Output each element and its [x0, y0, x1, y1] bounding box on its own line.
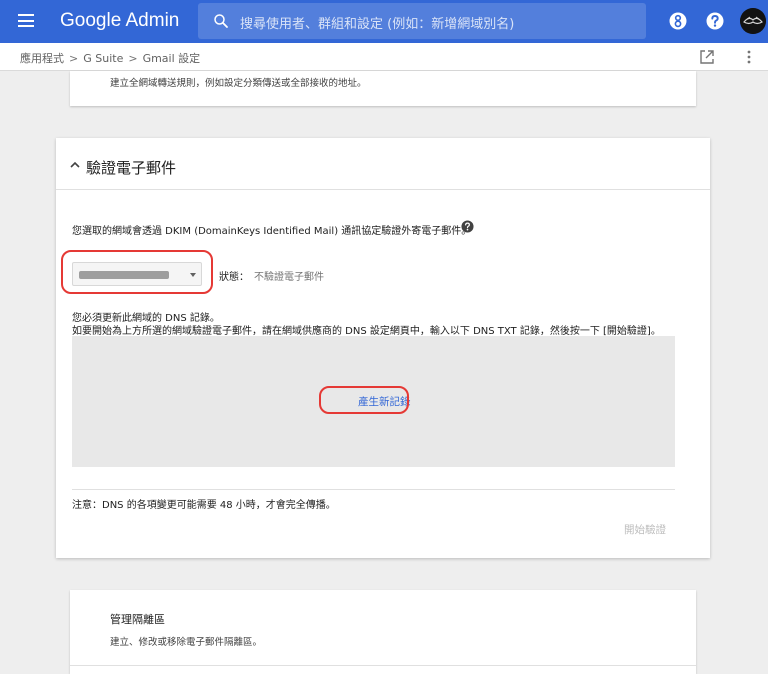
breadcrumb-separator: >	[69, 52, 79, 65]
divider	[72, 489, 675, 490]
dns-instruction-2: 如要開始為上方所選的網域驗證電子郵件，請在網域供應商的 DNS 設定網頁中，輸入…	[72, 326, 661, 337]
search-input[interactable]: 搜尋使用者、群組和設定 (例如：新增網域別名)	[198, 3, 646, 39]
status-value: 不驗證電子郵件	[254, 272, 324, 283]
breadcrumb-bar: 應用程式 > G Suite > Gmail 設定	[0, 43, 768, 71]
breadcrumb: 應用程式 > G Suite > Gmail 設定	[20, 50, 200, 66]
more-vert-icon[interactable]	[747, 50, 751, 64]
avatar[interactable]	[740, 8, 766, 34]
open-in-new-icon[interactable]	[699, 49, 715, 65]
breadcrumb-item-gmail: Gmail 設定	[142, 52, 201, 65]
annotation-highlight-domain	[61, 250, 213, 294]
quarantine-card[interactable]: 管理隔離區 建立、修改或移除電子郵件隔離區。	[70, 590, 696, 674]
menu-icon[interactable]	[18, 14, 34, 27]
breadcrumb-item-apps[interactable]: 應用程式	[20, 52, 64, 65]
divider	[70, 665, 696, 666]
status-label: 狀態：	[219, 272, 249, 283]
breadcrumb-separator: >	[128, 52, 138, 65]
search-icon	[214, 14, 228, 28]
quarantine-title: 管理隔離區	[110, 613, 165, 626]
dkim-card: 驗證電子郵件 您選取的網域會透過 DKIM (DomainKeys Identi…	[56, 138, 710, 558]
dkim-card-title: 驗證電子郵件	[86, 159, 177, 177]
dkim-description: 您選取的網域會透過 DKIM (DomainKeys Identified Ma…	[72, 226, 472, 237]
avatar-image	[740, 8, 766, 34]
routing-card[interactable]: 建立全網域轉送規則，例如設定分類傳送或全部接收的地址。	[70, 71, 696, 106]
apps-icon[interactable]	[668, 11, 688, 31]
start-authentication-button[interactable]: 開始驗證	[624, 522, 666, 537]
app-logo[interactable]: Google Admin	[60, 10, 179, 32]
quarantine-description: 建立、修改或移除電子郵件隔離區。	[110, 637, 263, 648]
chevron-up-icon[interactable]	[70, 161, 80, 168]
help-circle-icon[interactable]	[461, 220, 474, 233]
breadcrumb-item-gsuite[interactable]: G Suite	[83, 52, 123, 65]
search-placeholder: 搜尋使用者、群組和設定 (例如：新增網域別名)	[240, 17, 515, 32]
dkim-card-header[interactable]: 驗證電子郵件	[56, 138, 710, 190]
annotation-highlight-generate	[319, 386, 409, 414]
routing-description: 建立全網域轉送規則，例如設定分類傳送或全部接收的地址。	[110, 78, 367, 89]
help-icon[interactable]	[705, 11, 725, 31]
dns-propagation-note: 注意：DNS 的各項變更可能需要 48 小時，才會完全傳播。	[72, 500, 336, 511]
top-app-bar: Google Admin 搜尋使用者、群組和設定 (例如：新增網域別名)	[0, 0, 768, 43]
